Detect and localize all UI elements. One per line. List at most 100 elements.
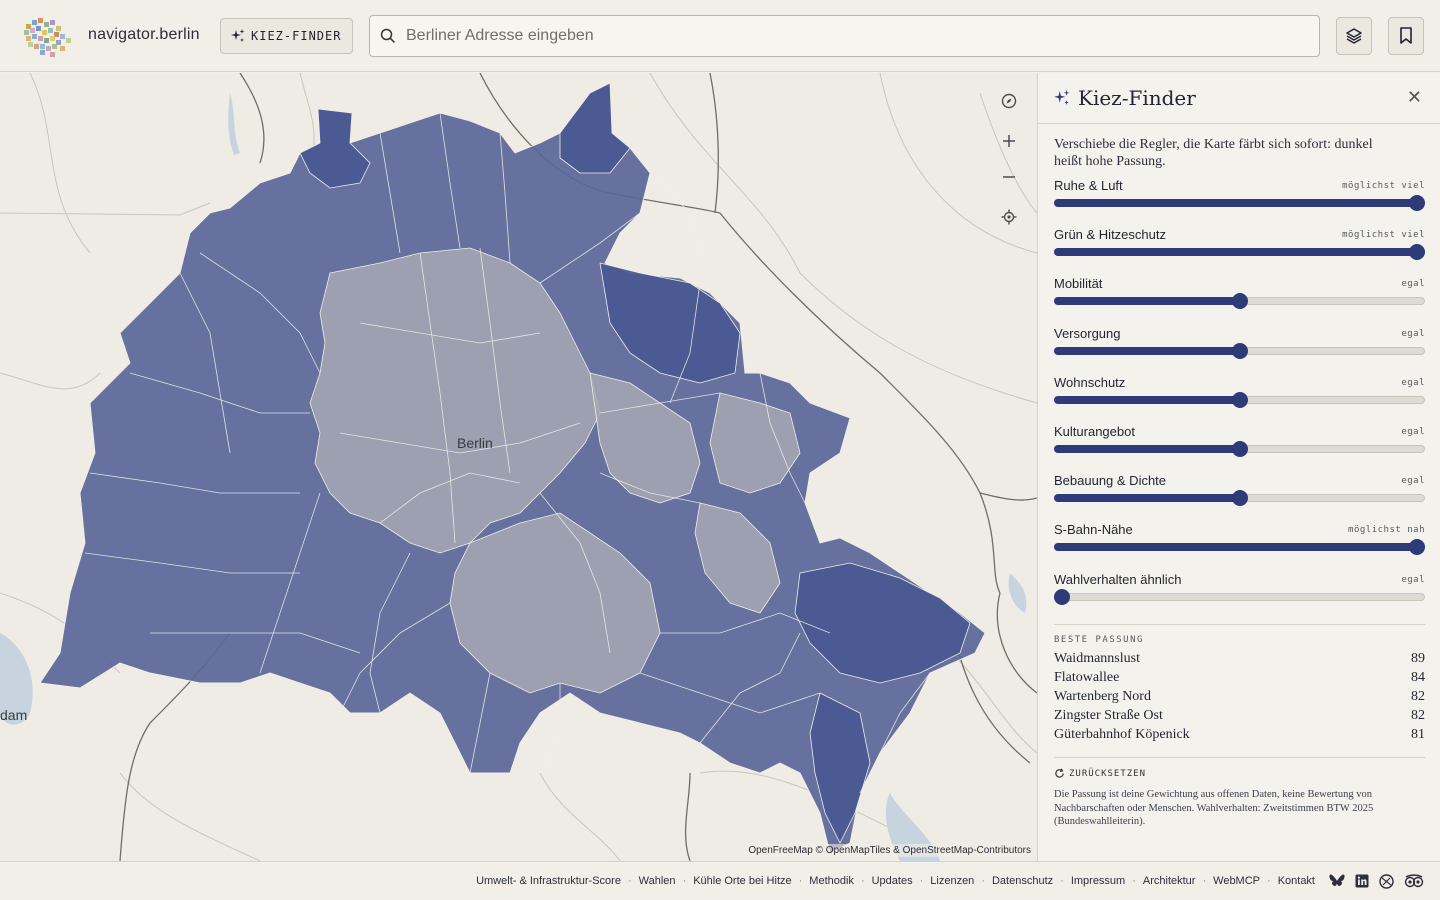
panel-header: Kiez-Finder ✕ bbox=[1038, 73, 1440, 124]
slider-knob[interactable] bbox=[1232, 441, 1248, 457]
bluesky-icon[interactable] bbox=[1329, 874, 1345, 888]
slider-knob[interactable] bbox=[1409, 539, 1425, 556]
best-match-list: BESTE PASSUNG Waidmannslust 89 Flatowallee… bbox=[1054, 624, 1425, 746]
slider-knob[interactable] bbox=[1054, 588, 1070, 605]
footer-separator: · bbox=[981, 875, 985, 887]
social-links bbox=[1329, 873, 1424, 889]
slider-hint: egal bbox=[1401, 377, 1425, 388]
slider[interactable]: Grün & Hitzeschutz möglichst viel bbox=[1054, 227, 1425, 273]
slider-label: S-Bahn-Nähe bbox=[1054, 522, 1133, 538]
zoom-in-button[interactable] bbox=[996, 128, 1022, 154]
footer-separator: · bbox=[1202, 875, 1207, 887]
slider-fill bbox=[1054, 543, 1417, 552]
slider-hint: möglichst nah bbox=[1348, 525, 1425, 536]
slider-fill bbox=[1054, 395, 1240, 404]
slider-fill bbox=[1054, 346, 1240, 355]
map-attribution[interactable]: OpenFreeMap © OpenMapTiles & OpenStreetM… bbox=[746, 844, 1033, 857]
kiez-finder-label: KIEZ-FINDER bbox=[251, 29, 342, 43]
slider[interactable]: Ruhe & Luft möglichst viel bbox=[1054, 178, 1425, 224]
list-item[interactable]: Wartenberg Nord 82 bbox=[1054, 689, 1425, 708]
footer-link[interactable]: Impressum bbox=[1071, 875, 1125, 887]
kiez-name: Flatowallee bbox=[1054, 670, 1120, 685]
slider-label: Grün & Hitzeschutz bbox=[1054, 227, 1166, 243]
slider-label: Wahlverhalten ähnlich bbox=[1054, 571, 1182, 587]
slider-knob[interactable] bbox=[1232, 293, 1248, 310]
slider-track[interactable] bbox=[1054, 592, 1425, 601]
bookmark-button[interactable] bbox=[1388, 17, 1424, 55]
locate-icon bbox=[1001, 209, 1017, 225]
brand-name[interactable]: navigator.berlin bbox=[88, 26, 200, 44]
sparkle-icon bbox=[1054, 90, 1070, 105]
slider-label: Ruhe & Luft bbox=[1054, 178, 1123, 193]
slider-label: Bebauung & Dichte bbox=[1054, 473, 1167, 489]
footer-link[interactable]: Umwelt- & Infrastruktur-Score bbox=[476, 875, 621, 887]
footer-link[interactable]: Datenschutz bbox=[992, 875, 1053, 887]
logo-icon[interactable] bbox=[20, 14, 76, 58]
close-icon[interactable]: ✕ bbox=[1407, 87, 1422, 108]
footer-link[interactable]: Lizenzen bbox=[930, 875, 974, 887]
locate-button[interactable] bbox=[996, 204, 1022, 230]
slider[interactable]: Wahlverhalten ähnlich egal bbox=[1054, 572, 1425, 618]
kiez-score: 82 bbox=[1411, 689, 1425, 704]
slider-hint: möglichst viel bbox=[1342, 230, 1425, 241]
list-item[interactable]: Güterbahnhof Köpenick 81 bbox=[1054, 727, 1425, 746]
footer-link[interactable]: Updates bbox=[872, 875, 913, 887]
kiez-finder-button[interactable]: KIEZ-FINDER bbox=[220, 18, 353, 54]
list-item[interactable]: Waidmannslust 89 bbox=[1054, 651, 1425, 670]
sparkle-icon bbox=[231, 29, 245, 42]
reset-section: ZURÜCKSETZEN Die Passung ist deine Gewic… bbox=[1054, 757, 1425, 829]
footer: Umwelt- & Infrastruktur-Score · Wahlen · Küh… bbox=[0, 861, 1440, 900]
tripadvisor-icon[interactable] bbox=[1404, 874, 1424, 888]
address-search[interactable] bbox=[369, 15, 1320, 57]
footer-separator: · bbox=[798, 875, 803, 887]
compass-button[interactable] bbox=[996, 88, 1022, 114]
zoom-out-button[interactable] bbox=[996, 164, 1022, 190]
footer-separator: · bbox=[1267, 875, 1271, 887]
slider-knob[interactable] bbox=[1232, 490, 1248, 507]
linkedin-icon[interactable] bbox=[1355, 874, 1369, 888]
plus-icon bbox=[1003, 135, 1015, 147]
slider-fill bbox=[1054, 494, 1240, 503]
slider[interactable]: Versorgung egal bbox=[1054, 326, 1425, 372]
footer-link[interactable]: WebMCP bbox=[1213, 875, 1260, 887]
footer-separator: · bbox=[682, 875, 687, 887]
footer-link[interactable]: Kontakt bbox=[1278, 875, 1315, 887]
slider-hint: egal bbox=[1401, 279, 1425, 290]
slider-knob[interactable] bbox=[1232, 391, 1248, 408]
kiez-score: 82 bbox=[1411, 708, 1425, 723]
slider-knob[interactable] bbox=[1409, 244, 1425, 261]
compass-icon bbox=[1001, 93, 1017, 109]
slider-knob[interactable] bbox=[1232, 342, 1248, 359]
slider[interactable]: Mobilität egal bbox=[1054, 276, 1425, 322]
kiez-score: 84 bbox=[1411, 670, 1425, 685]
list-item[interactable]: Flatowallee 84 bbox=[1054, 670, 1425, 689]
slider-fill bbox=[1054, 199, 1417, 207]
kiez-finder-panel: Kiez-Finder ✕ Verschiebe die Regler, die… bbox=[1037, 73, 1440, 861]
footer-separator: · bbox=[627, 875, 632, 887]
reset-label: ZURÜCKSETZEN bbox=[1069, 768, 1147, 779]
slider-label: Mobilität bbox=[1054, 276, 1103, 292]
map-canvas[interactable]: Berlin dam OpenFreeMap © OpenMapTiles & … bbox=[0, 73, 1037, 861]
footer-separator: · bbox=[1132, 875, 1136, 887]
slider-label: Wohnschutz bbox=[1054, 374, 1126, 390]
slider-knob[interactable] bbox=[1409, 195, 1425, 211]
panel-title: Kiez-Finder bbox=[1078, 86, 1196, 110]
layers-button[interactable] bbox=[1336, 17, 1372, 55]
slider[interactable]: Kulturangebot egal bbox=[1054, 424, 1425, 470]
search-input[interactable] bbox=[406, 27, 1286, 45]
reset-button[interactable]: ZURÜCKSETZEN bbox=[1054, 768, 1425, 779]
footer-link[interactable]: Kühle Orte bei Hitze bbox=[693, 875, 791, 887]
slider-hint: möglichst viel bbox=[1342, 181, 1425, 191]
slider[interactable]: Wohnschutz egal bbox=[1054, 375, 1425, 421]
footer-link[interactable]: Methodik bbox=[809, 875, 854, 887]
slider-fill bbox=[1054, 297, 1240, 306]
slider[interactable]: Bebauung & Dichte egal bbox=[1054, 473, 1425, 519]
slider[interactable]: S-Bahn-Nähe möglichst nah bbox=[1054, 522, 1425, 568]
edge-place-label: dam bbox=[0, 707, 28, 723]
city-label: Berlin bbox=[457, 435, 493, 451]
list-item[interactable]: Zingster Straße Ost 82 bbox=[1054, 708, 1425, 727]
footer-link[interactable]: Architektur bbox=[1143, 875, 1196, 887]
slider-label: Versorgung bbox=[1054, 325, 1121, 341]
openstreetmap-icon[interactable] bbox=[1379, 873, 1394, 889]
footer-link[interactable]: Wahlen bbox=[639, 875, 676, 887]
